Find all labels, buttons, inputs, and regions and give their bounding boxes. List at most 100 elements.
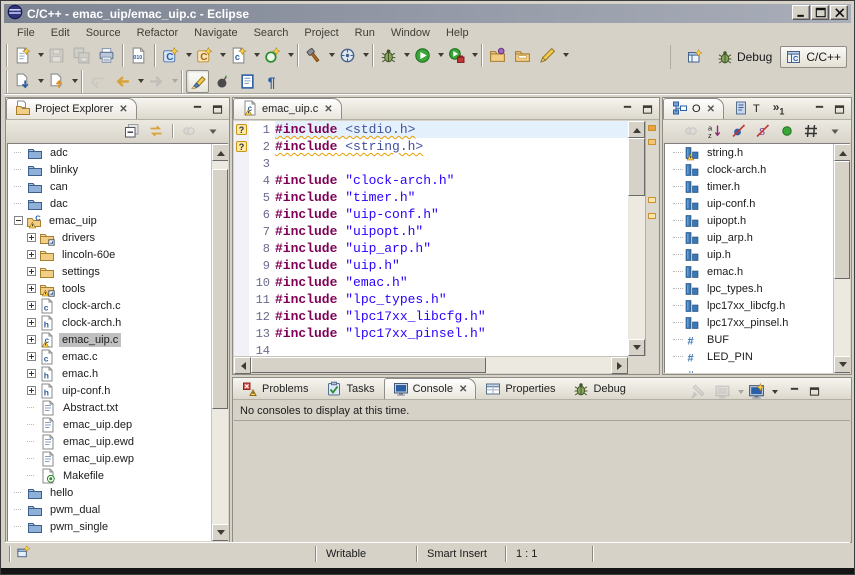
menu-file[interactable]: File xyxy=(9,25,43,41)
tab-debug[interactable]: Debug xyxy=(564,378,634,399)
menu-help[interactable]: Help xyxy=(438,25,477,41)
show-source-button[interactable] xyxy=(236,70,259,93)
plus-expander-icon[interactable] xyxy=(27,301,36,310)
close-icon[interactable]: ✕ xyxy=(117,104,127,115)
open-console-button[interactable] xyxy=(745,380,768,403)
outline-scrollbar[interactable] xyxy=(833,144,850,373)
scroll-up-button[interactable] xyxy=(212,144,228,161)
tab-problems[interactable]: Problems xyxy=(233,378,317,399)
run-button[interactable] xyxy=(411,44,434,67)
outline-item-lpc17xx-pinsel-h[interactable]: lpc17xx_pinsel.h xyxy=(665,314,850,331)
outline-item-uip-conf-h[interactable]: uip-conf.h xyxy=(665,195,850,212)
tab-editor-emac-uip[interactable]: c emac_uip.c ✕ xyxy=(233,98,342,119)
new-button[interactable] xyxy=(11,44,34,67)
scroll-thumb[interactable] xyxy=(251,357,486,373)
outline-item-clock-arch-h[interactable]: clock-arch.h xyxy=(665,161,850,178)
debug-perspective-button[interactable]: Debug xyxy=(711,46,778,68)
tree-item-abstract-txt[interactable]: Abstract.txt xyxy=(8,399,228,416)
dropdown-arrow-icon[interactable] xyxy=(288,53,294,57)
code-line-2[interactable]: ? 2 #include <string.h> xyxy=(234,138,628,155)
tab-outline[interactable]: O ✕ xyxy=(663,98,724,119)
outline-item-lpc17xx-libcfg-h[interactable]: lpc17xx_libcfg.h xyxy=(665,297,850,314)
tab-tasks[interactable]: Tasks xyxy=(317,378,383,399)
tree-item-lincoln-60e[interactable]: lincoln-60e xyxy=(8,246,228,263)
menu-refactor[interactable]: Refactor xyxy=(129,25,187,41)
code-editor[interactable]: ? 1 #include <stdio.h>? 2 #include <string.h… xyxy=(234,121,628,356)
link-with-editor-button[interactable] xyxy=(145,120,167,142)
minimize-view-button[interactable] xyxy=(811,101,828,117)
tree-item-blinky[interactable]: blinky xyxy=(8,161,228,178)
tree-item-emac-uip[interactable]: Cemac_uip xyxy=(8,212,228,229)
plus-expander-icon[interactable] xyxy=(27,267,36,276)
close-icon[interactable]: ✕ xyxy=(705,104,715,115)
next-annotation-button[interactable] xyxy=(11,70,34,93)
scroll-down-button[interactable] xyxy=(628,339,645,356)
new-c-project-button[interactable]: C xyxy=(159,44,182,67)
more-views-indicator[interactable]: »1 xyxy=(769,100,789,116)
plus-expander-icon[interactable] xyxy=(27,369,36,378)
outline-item-uip-arp-h[interactable]: uip_arp.h xyxy=(665,229,850,246)
editor-horizontal-scrollbar[interactable] xyxy=(234,356,628,374)
maximize-view-button[interactable] xyxy=(209,101,226,117)
annotation-marker[interactable] xyxy=(648,197,656,203)
outline-item-timer-h[interactable]: timer.h xyxy=(665,178,850,195)
outline-item-buf[interactable]: # BUF xyxy=(665,331,850,348)
scroll-down-button[interactable] xyxy=(834,356,850,373)
annotation-marker[interactable] xyxy=(648,213,656,219)
plus-expander-icon[interactable] xyxy=(27,250,36,259)
menu-navigate[interactable]: Navigate xyxy=(186,25,245,41)
code-line-11[interactable]: 11 #include "lpc_types.h" xyxy=(234,291,628,308)
scroll-up-button[interactable] xyxy=(628,121,645,138)
outline-item-uip-h[interactable]: uip.h xyxy=(665,246,850,263)
menu-run[interactable]: Run xyxy=(347,25,383,41)
scroll-thumb[interactable] xyxy=(212,169,228,409)
scroll-left-button[interactable] xyxy=(234,357,251,374)
maximize-button[interactable] xyxy=(811,5,829,20)
maximize-view-button[interactable] xyxy=(639,101,656,117)
view-menu-button[interactable] xyxy=(202,120,224,142)
tree-item-adc[interactable]: adc xyxy=(8,144,228,161)
view-menu-button[interactable] xyxy=(824,120,846,142)
build-button[interactable] xyxy=(302,44,325,67)
display-selected-console-button[interactable] xyxy=(711,380,734,403)
focus-button[interactable] xyxy=(680,120,702,142)
tree-item-emac-c[interactable]: c emac.c xyxy=(8,348,228,365)
focus-on-task-button[interactable] xyxy=(178,120,200,142)
dropdown-arrow-icon[interactable] xyxy=(438,53,444,57)
pin-console-button[interactable] xyxy=(686,380,709,403)
project-tree-scrollbar[interactable] xyxy=(211,144,228,541)
new-source-file-button[interactable]: c xyxy=(227,44,250,67)
maximize-view-button[interactable] xyxy=(831,101,848,117)
dropdown-arrow-icon[interactable] xyxy=(138,79,144,83)
overview-ruler[interactable] xyxy=(645,121,658,356)
dropdown-arrow-icon[interactable] xyxy=(220,53,226,57)
code-line-12[interactable]: 12 #include "lpc17xx_libcfg.h" xyxy=(234,308,628,325)
menu-window[interactable]: Window xyxy=(383,25,438,41)
open-task-button[interactable] xyxy=(486,44,509,67)
annotation-marker[interactable] xyxy=(648,139,656,145)
annotation-marker[interactable] xyxy=(648,125,656,131)
scroll-right-button[interactable] xyxy=(611,357,628,374)
code-line-6[interactable]: 6 #include "uip-conf.h" xyxy=(234,206,628,223)
code-line-3[interactable]: 3 xyxy=(234,155,628,172)
code-line-9[interactable]: 9 #include "uip.h" xyxy=(234,257,628,274)
plus-expander-icon[interactable] xyxy=(27,352,36,361)
outline-item-lpc-types-h[interactable]: lpc_types.h xyxy=(665,280,850,297)
tree-item-emac-uip-ewd[interactable]: emac_uip.ewd xyxy=(8,433,228,450)
tree-item-makefile[interactable]: Makefile xyxy=(8,467,228,484)
plus-expander-icon[interactable] xyxy=(27,318,36,327)
outline-item-emac-h[interactable]: emac.h xyxy=(665,263,850,280)
show-whitespace-button[interactable]: ¶ xyxy=(261,70,284,93)
scroll-thumb[interactable] xyxy=(834,161,850,279)
dropdown-arrow-icon[interactable] xyxy=(38,79,44,83)
save-all-button[interactable] xyxy=(70,44,93,67)
menu-edit[interactable]: Edit xyxy=(43,25,78,41)
cpp-perspective-button[interactable]: C C/C++ xyxy=(780,46,847,68)
open-perspective-button[interactable] xyxy=(681,46,709,68)
maximize-view-button[interactable] xyxy=(806,384,823,400)
mark-occurrences-button[interactable] xyxy=(186,69,209,93)
new-cpp-project-button[interactable]: C xyxy=(193,44,216,67)
tree-item-dac[interactable]: dac xyxy=(8,195,228,212)
tree-item-can[interactable]: can xyxy=(8,178,228,195)
tree-item-emac-uip-c[interactable]: c emac_uip.c xyxy=(8,331,228,348)
